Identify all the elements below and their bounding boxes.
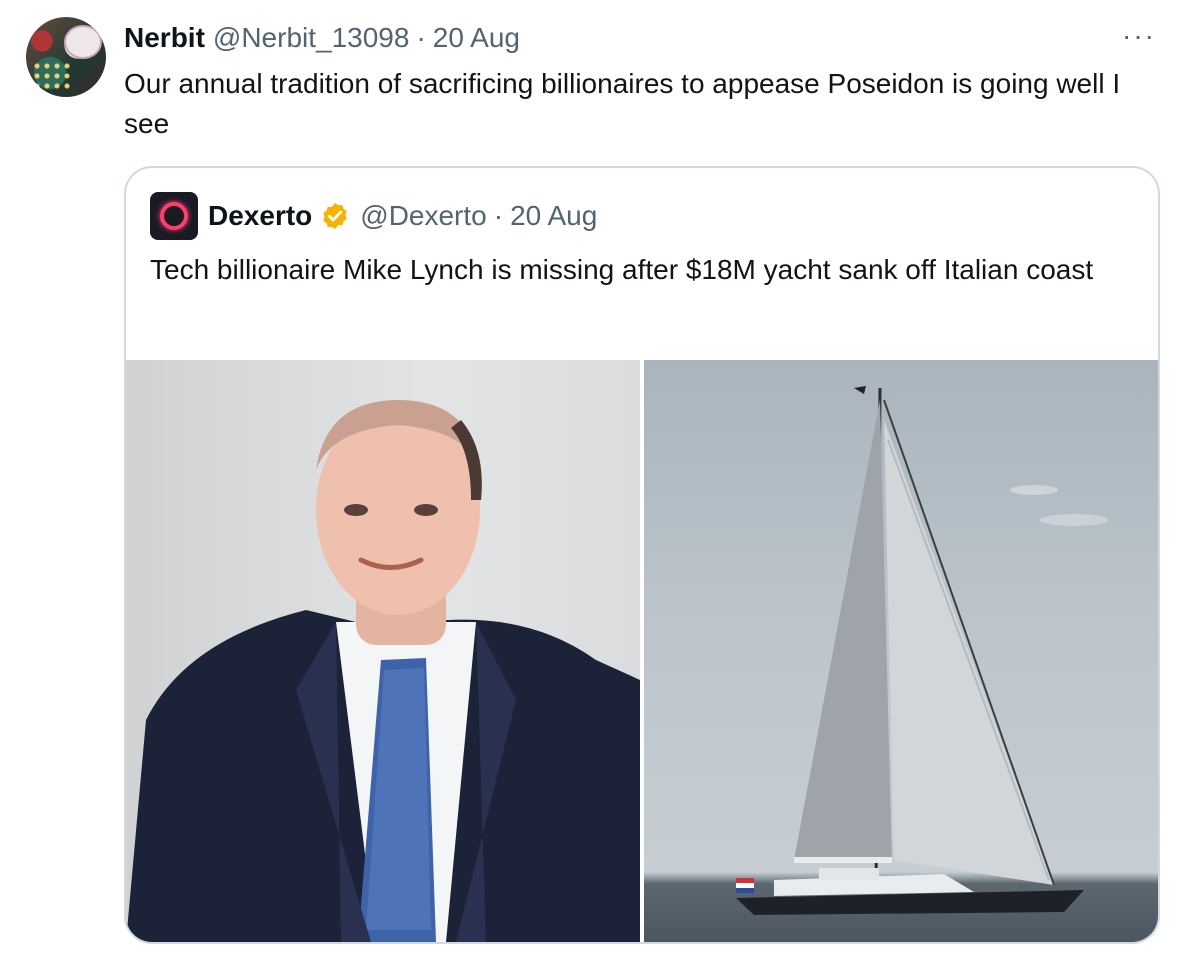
tweet-header: Nerbit @Nerbit_13098 · 20 Aug xyxy=(124,20,520,56)
author-name[interactable]: Nerbit xyxy=(124,22,205,54)
quoted-tweet-date: 20 Aug xyxy=(510,200,598,231)
author-handle[interactable]: @Nerbit_13098 xyxy=(213,22,410,54)
quoted-author-name: Dexerto xyxy=(208,200,313,231)
yacht-photo[interactable] xyxy=(644,360,1158,942)
avatar-lights xyxy=(32,61,72,91)
quoted-author-avatar xyxy=(150,192,198,240)
avatar-face xyxy=(64,25,102,59)
more-options-button[interactable]: ··· xyxy=(1122,22,1156,50)
quoted-author-handle: @Dexerto xyxy=(360,200,487,231)
quoted-tweet-card[interactable]: Dexerto @Dexerto · 20 Aug Tech billionai… xyxy=(124,166,1160,944)
verified-badge-icon xyxy=(320,201,350,231)
separator-dot: · xyxy=(416,22,426,53)
tweet-date[interactable]: 20 Aug xyxy=(433,22,520,54)
author-avatar[interactable] xyxy=(26,17,106,97)
quoted-tweet-header: Dexerto @Dexerto · 20 Aug xyxy=(150,192,598,240)
portrait-photo[interactable] xyxy=(126,360,640,942)
more-horizontal-icon: ··· xyxy=(1122,20,1156,51)
quoted-separator-dot: · xyxy=(493,200,504,231)
quoted-tweet-text: Tech billionaire Mike Lynch is missing a… xyxy=(150,254,1094,285)
tweet-text: Our annual tradition of sacrificing bill… xyxy=(124,68,1121,139)
dexerto-logo-icon xyxy=(160,202,188,230)
